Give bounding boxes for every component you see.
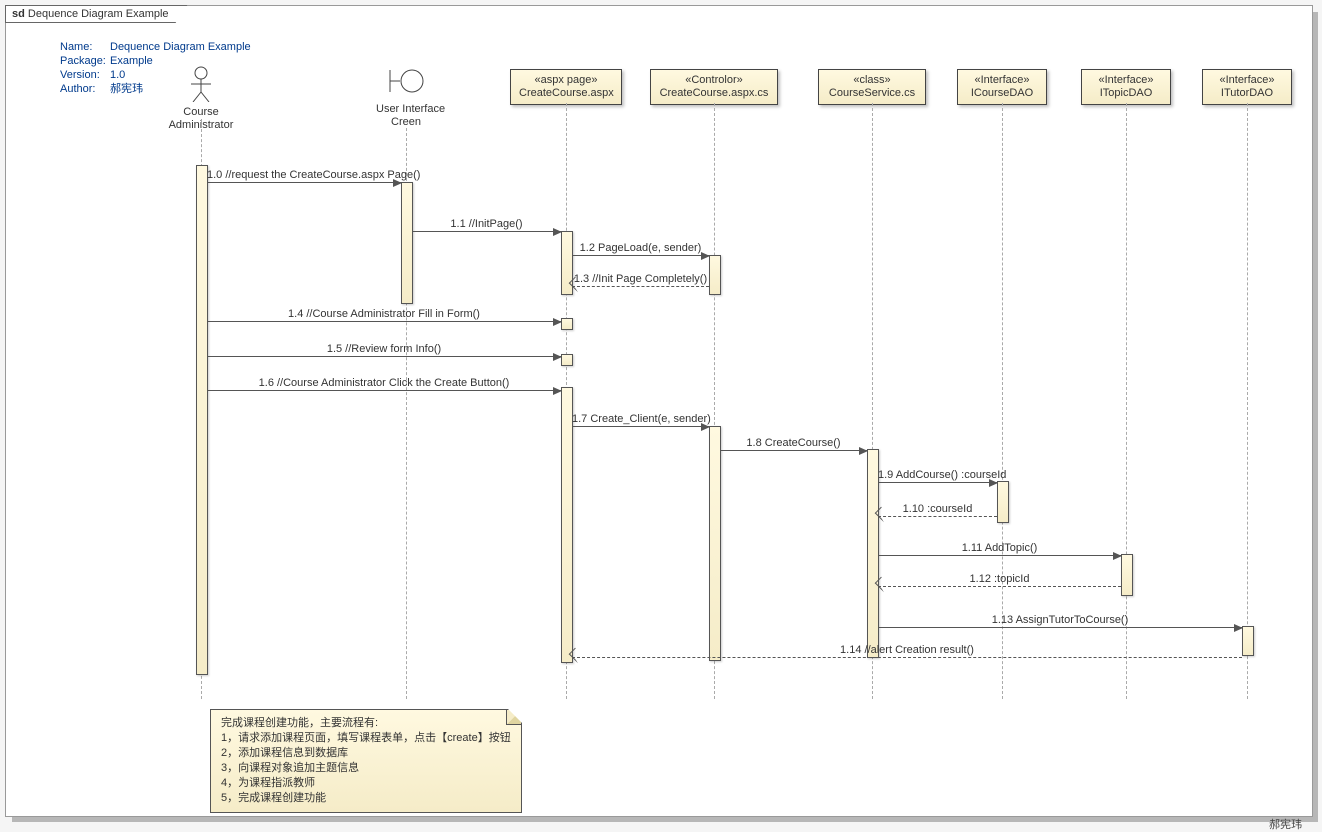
activation-p4-1	[709, 255, 721, 295]
msg-1-9: 1.9 AddCourse() :courseId	[878, 469, 997, 483]
note-l3: 3，向课程对象追加主题信息	[221, 761, 511, 776]
activation-actor	[196, 165, 208, 675]
info-name-k: Name:	[60, 40, 110, 54]
participant-icoursedao: «Interface» ICourseDAO	[957, 69, 1047, 105]
note-l1: 1，请求添加课程页面，填写课程表单，点击【create】按钮	[221, 731, 511, 746]
info-auth-v: 郝宪玮	[110, 82, 143, 96]
p7-name: ITopicDAO	[1090, 87, 1162, 100]
activation-p3-4	[561, 387, 573, 663]
msg-1-14: 1.14 //alert Creation result()	[572, 644, 1242, 658]
footer-author: 郝宪玮	[1269, 816, 1302, 832]
p7-stereo: «Interface»	[1090, 74, 1162, 87]
boundary-label: User Interface Creen	[376, 103, 436, 129]
msg-1-13: 1.13 AssignTutorToCourse()	[878, 614, 1242, 628]
msg-1-3: 1.3 //Init Page Completely()	[572, 273, 709, 287]
boundary-icon	[386, 66, 426, 96]
info-pkg-v: Example	[110, 54, 153, 68]
p8-name: ITutorDAO	[1211, 87, 1283, 100]
msg-1-1: 1.1 //InitPage()	[412, 218, 561, 232]
note-l2: 2，添加课程信息到数据库	[221, 746, 511, 761]
p5-stereo: «class»	[827, 74, 917, 87]
msg-1-12: 1.12 :topicId	[878, 573, 1121, 587]
msg-1-11: 1.11 AddTopic()	[878, 542, 1121, 556]
p6-stereo: «Interface»	[966, 74, 1038, 87]
msg-1-4: 1.4 //Course Administrator Fill in Form(…	[207, 308, 561, 322]
p4-name: CreateCourse.aspx.cs	[659, 87, 769, 100]
note-l4: 4，为课程指派教师	[221, 776, 511, 791]
msg-1-8: 1.8 CreateCourse()	[720, 437, 867, 451]
lifeline-p7	[1126, 103, 1127, 699]
msg-1-0: 1.0 //request the CreateCourse.aspx Page…	[207, 169, 401, 183]
participant-itopicdao: «Interface» ITopicDAO	[1081, 69, 1171, 105]
boundary-ui: User Interface Creen	[376, 66, 436, 129]
frame-prefix: sd	[12, 8, 25, 20]
note-title: 完成课程创建功能，主要流程有:	[221, 716, 511, 731]
lifeline-p6	[1002, 103, 1003, 699]
activation-p7	[1121, 554, 1133, 596]
frame-title-tab: sd Dequence Diagram Example	[5, 5, 188, 23]
activation-p6	[997, 481, 1009, 523]
p4-stereo: «Controlor»	[659, 74, 769, 87]
activation-p4-2	[709, 426, 721, 661]
diagram-note: 完成课程创建功能，主要流程有: 1，请求添加课程页面，填写课程表单，点击【cre…	[210, 709, 522, 813]
diagram-frame: sd Dequence Diagram Example Name:Dequenc…	[5, 5, 1313, 817]
msg-1-5: 1.5 //Review form Info()	[207, 343, 561, 357]
p3-name: CreateCourse.aspx	[519, 87, 613, 100]
p6-name: ICourseDAO	[966, 87, 1038, 100]
msg-1-6: 1.6 //Course Administrator Click the Cre…	[207, 377, 561, 391]
participant-createcourse-aspx: «aspx page» CreateCourse.aspx	[510, 69, 622, 105]
p3-stereo: «aspx page»	[519, 74, 613, 87]
activation-boundary-1	[401, 182, 413, 304]
msg-1-2: 1.2 PageLoad(e, sender)	[572, 242, 709, 256]
lifeline-p8	[1247, 103, 1248, 699]
frame-title: Dequence Diagram Example	[28, 8, 169, 20]
info-pkg-k: Package:	[60, 54, 110, 68]
info-ver-k: Version:	[60, 68, 110, 82]
participant-courseservice: «class» CourseService.cs	[818, 69, 926, 105]
info-ver-v: 1.0	[110, 68, 125, 82]
activation-p3-2	[561, 318, 573, 330]
info-auth-k: Author:	[60, 82, 110, 96]
info-name-v: Dequence Diagram Example	[110, 40, 251, 54]
msg-1-7: 1.7 Create_Client(e, sender)	[572, 413, 709, 427]
msg-1-10: 1.10 :courseId	[878, 503, 997, 517]
activation-p8	[1242, 626, 1254, 656]
activation-p3-3	[561, 354, 573, 366]
participant-createcourse-cs: «Controlor» CreateCourse.aspx.cs	[650, 69, 778, 105]
note-l5: 5，完成课程创建功能	[221, 791, 511, 806]
participant-itutordao: «Interface» ITutorDAO	[1202, 69, 1292, 105]
actor-icon	[189, 66, 213, 102]
p8-stereo: «Interface»	[1211, 74, 1283, 87]
p5-name: CourseService.cs	[827, 87, 917, 100]
